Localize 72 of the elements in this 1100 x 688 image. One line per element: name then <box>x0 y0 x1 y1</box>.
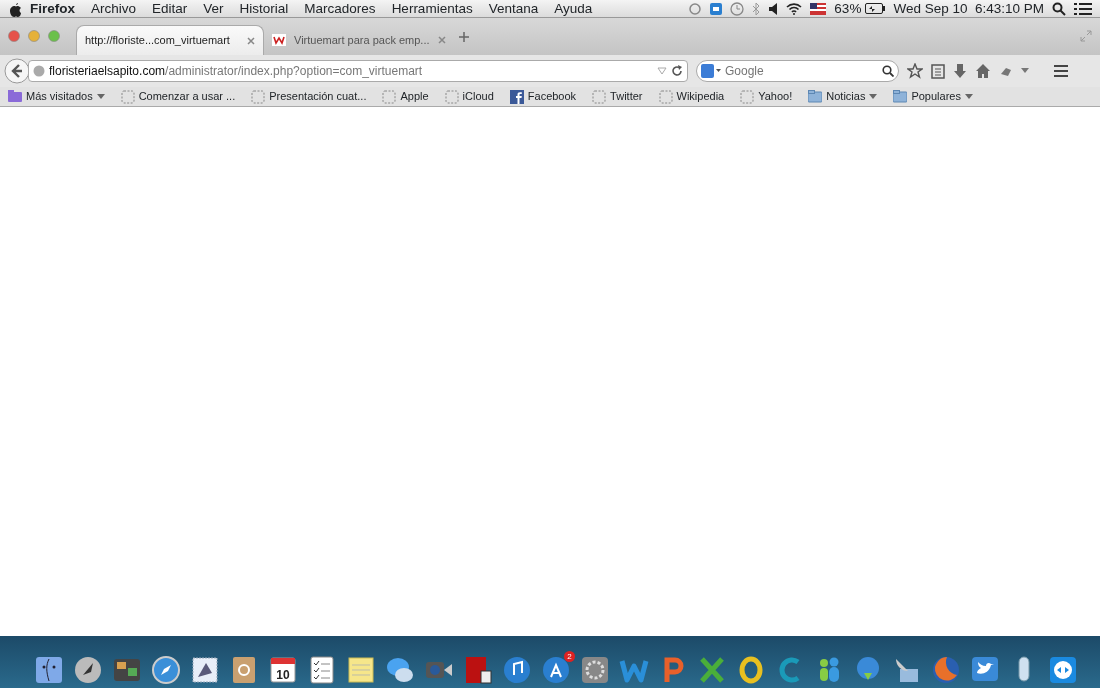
bookmark-item[interactable]: Comenzar a usar ... <box>120 88 236 105</box>
bookmark-item[interactable]: Yahoo! <box>740 88 793 105</box>
back-button[interactable] <box>4 58 30 84</box>
app-store-icon[interactable] <box>541 655 571 685</box>
menu-item[interactable]: Ver <box>203 0 224 18</box>
browser-tab[interactable]: http://floriste...com_virtuemart <box>76 25 264 55</box>
page-placeholder-icon <box>444 89 459 104</box>
x-shape-icon[interactable] <box>697 655 727 685</box>
menu-item[interactable]: Herramientas <box>391 0 473 18</box>
star-icon[interactable] <box>907 63 923 79</box>
bookmark-item[interactable]: Más visitados <box>8 88 105 105</box>
bookmark-item[interactable]: Noticias <box>808 88 878 105</box>
bookmark-item[interactable]: iCloud <box>444 88 494 105</box>
new-tab-icon[interactable] <box>458 31 470 43</box>
list-icon[interactable] <box>1074 1 1092 16</box>
bookmark-item[interactable]: Wikipedia <box>658 88 725 105</box>
remote-control-icon[interactable] <box>710 2 723 15</box>
notification-badge: 2 <box>564 651 575 662</box>
search-field[interactable]: Google <box>696 60 899 82</box>
smart-folder-icon <box>8 89 22 104</box>
close-button[interactable] <box>8 30 20 42</box>
site-logo-icon <box>272 34 286 46</box>
facebook-icon <box>509 89 524 104</box>
stamp-icon[interactable] <box>190 655 220 685</box>
page-placeholder-icon <box>740 89 755 104</box>
speaker-icon[interactable] <box>768 2 779 15</box>
bookmark-item[interactable]: Facebook <box>509 88 577 105</box>
browser-tab[interactable]: Virtuemart para pack emp... <box>264 25 452 55</box>
menu-item[interactable]: Ayuda <box>554 0 593 18</box>
reload-icon[interactable] <box>671 65 683 77</box>
calendar-icon[interactable]: 10 <box>268 655 298 685</box>
folder-icon <box>808 89 823 104</box>
search-engine-icon[interactable] <box>701 64 721 78</box>
menu-item[interactable]: Editar <box>152 0 188 18</box>
home-icon[interactable] <box>975 63 991 79</box>
clipboard-icon[interactable] <box>931 63 945 79</box>
folder-icon <box>893 89 908 104</box>
page-placeholder-icon <box>658 89 673 104</box>
film-strip-icon[interactable] <box>463 655 493 685</box>
menu-item[interactable]: Historial <box>239 0 289 18</box>
bookmark-item[interactable]: Populares <box>893 88 973 105</box>
chat-bubbles-icon[interactable] <box>385 655 415 685</box>
notepad-icon[interactable] <box>346 655 376 685</box>
menubar-clock[interactable]: Wed Sep 10 6:43:10 PM <box>893 0 1044 18</box>
app-menu[interactable]: Firefox <box>30 0 75 18</box>
compass-icon[interactable] <box>151 655 181 685</box>
battery-icon[interactable] <box>865 3 886 14</box>
menu-item[interactable]: Marcadores <box>304 0 376 18</box>
search-icon[interactable] <box>1052 1 1066 16</box>
apple-logo-icon[interactable] <box>8 0 22 17</box>
menu-item[interactable]: Archivo <box>91 0 137 18</box>
menu-icon[interactable] <box>1053 64 1069 78</box>
page-placeholder-icon <box>120 89 135 104</box>
gears-icon[interactable] <box>580 655 610 685</box>
caret-icon[interactable] <box>1021 68 1029 74</box>
address-bar[interactable]: floristeriaelsapito.com/administrator/index.php?option=com_virtuemart <box>28 60 688 82</box>
globe-icon <box>33 65 45 77</box>
download-arrow-icon[interactable] <box>953 63 967 79</box>
bookmark-item[interactable]: Presentación cuat... <box>251 88 367 105</box>
battery-percent: 63% <box>834 0 862 18</box>
close-icon[interactable] <box>247 36 255 45</box>
clock-icon[interactable] <box>730 1 745 16</box>
page-placeholder-icon <box>251 89 266 104</box>
checklist-icon[interactable] <box>307 655 337 685</box>
page-placeholder-icon <box>592 89 607 104</box>
page-placeholder-icon <box>382 89 397 104</box>
flag-icon[interactable] <box>810 2 827 15</box>
search-icon[interactable] <box>882 65 894 77</box>
menu-item[interactable]: Ventana <box>488 0 539 18</box>
bookmark-item[interactable]: Twitter <box>592 88 643 105</box>
wifi-icon[interactable] <box>786 2 803 15</box>
bookmark-item[interactable]: Apple <box>382 88 429 105</box>
